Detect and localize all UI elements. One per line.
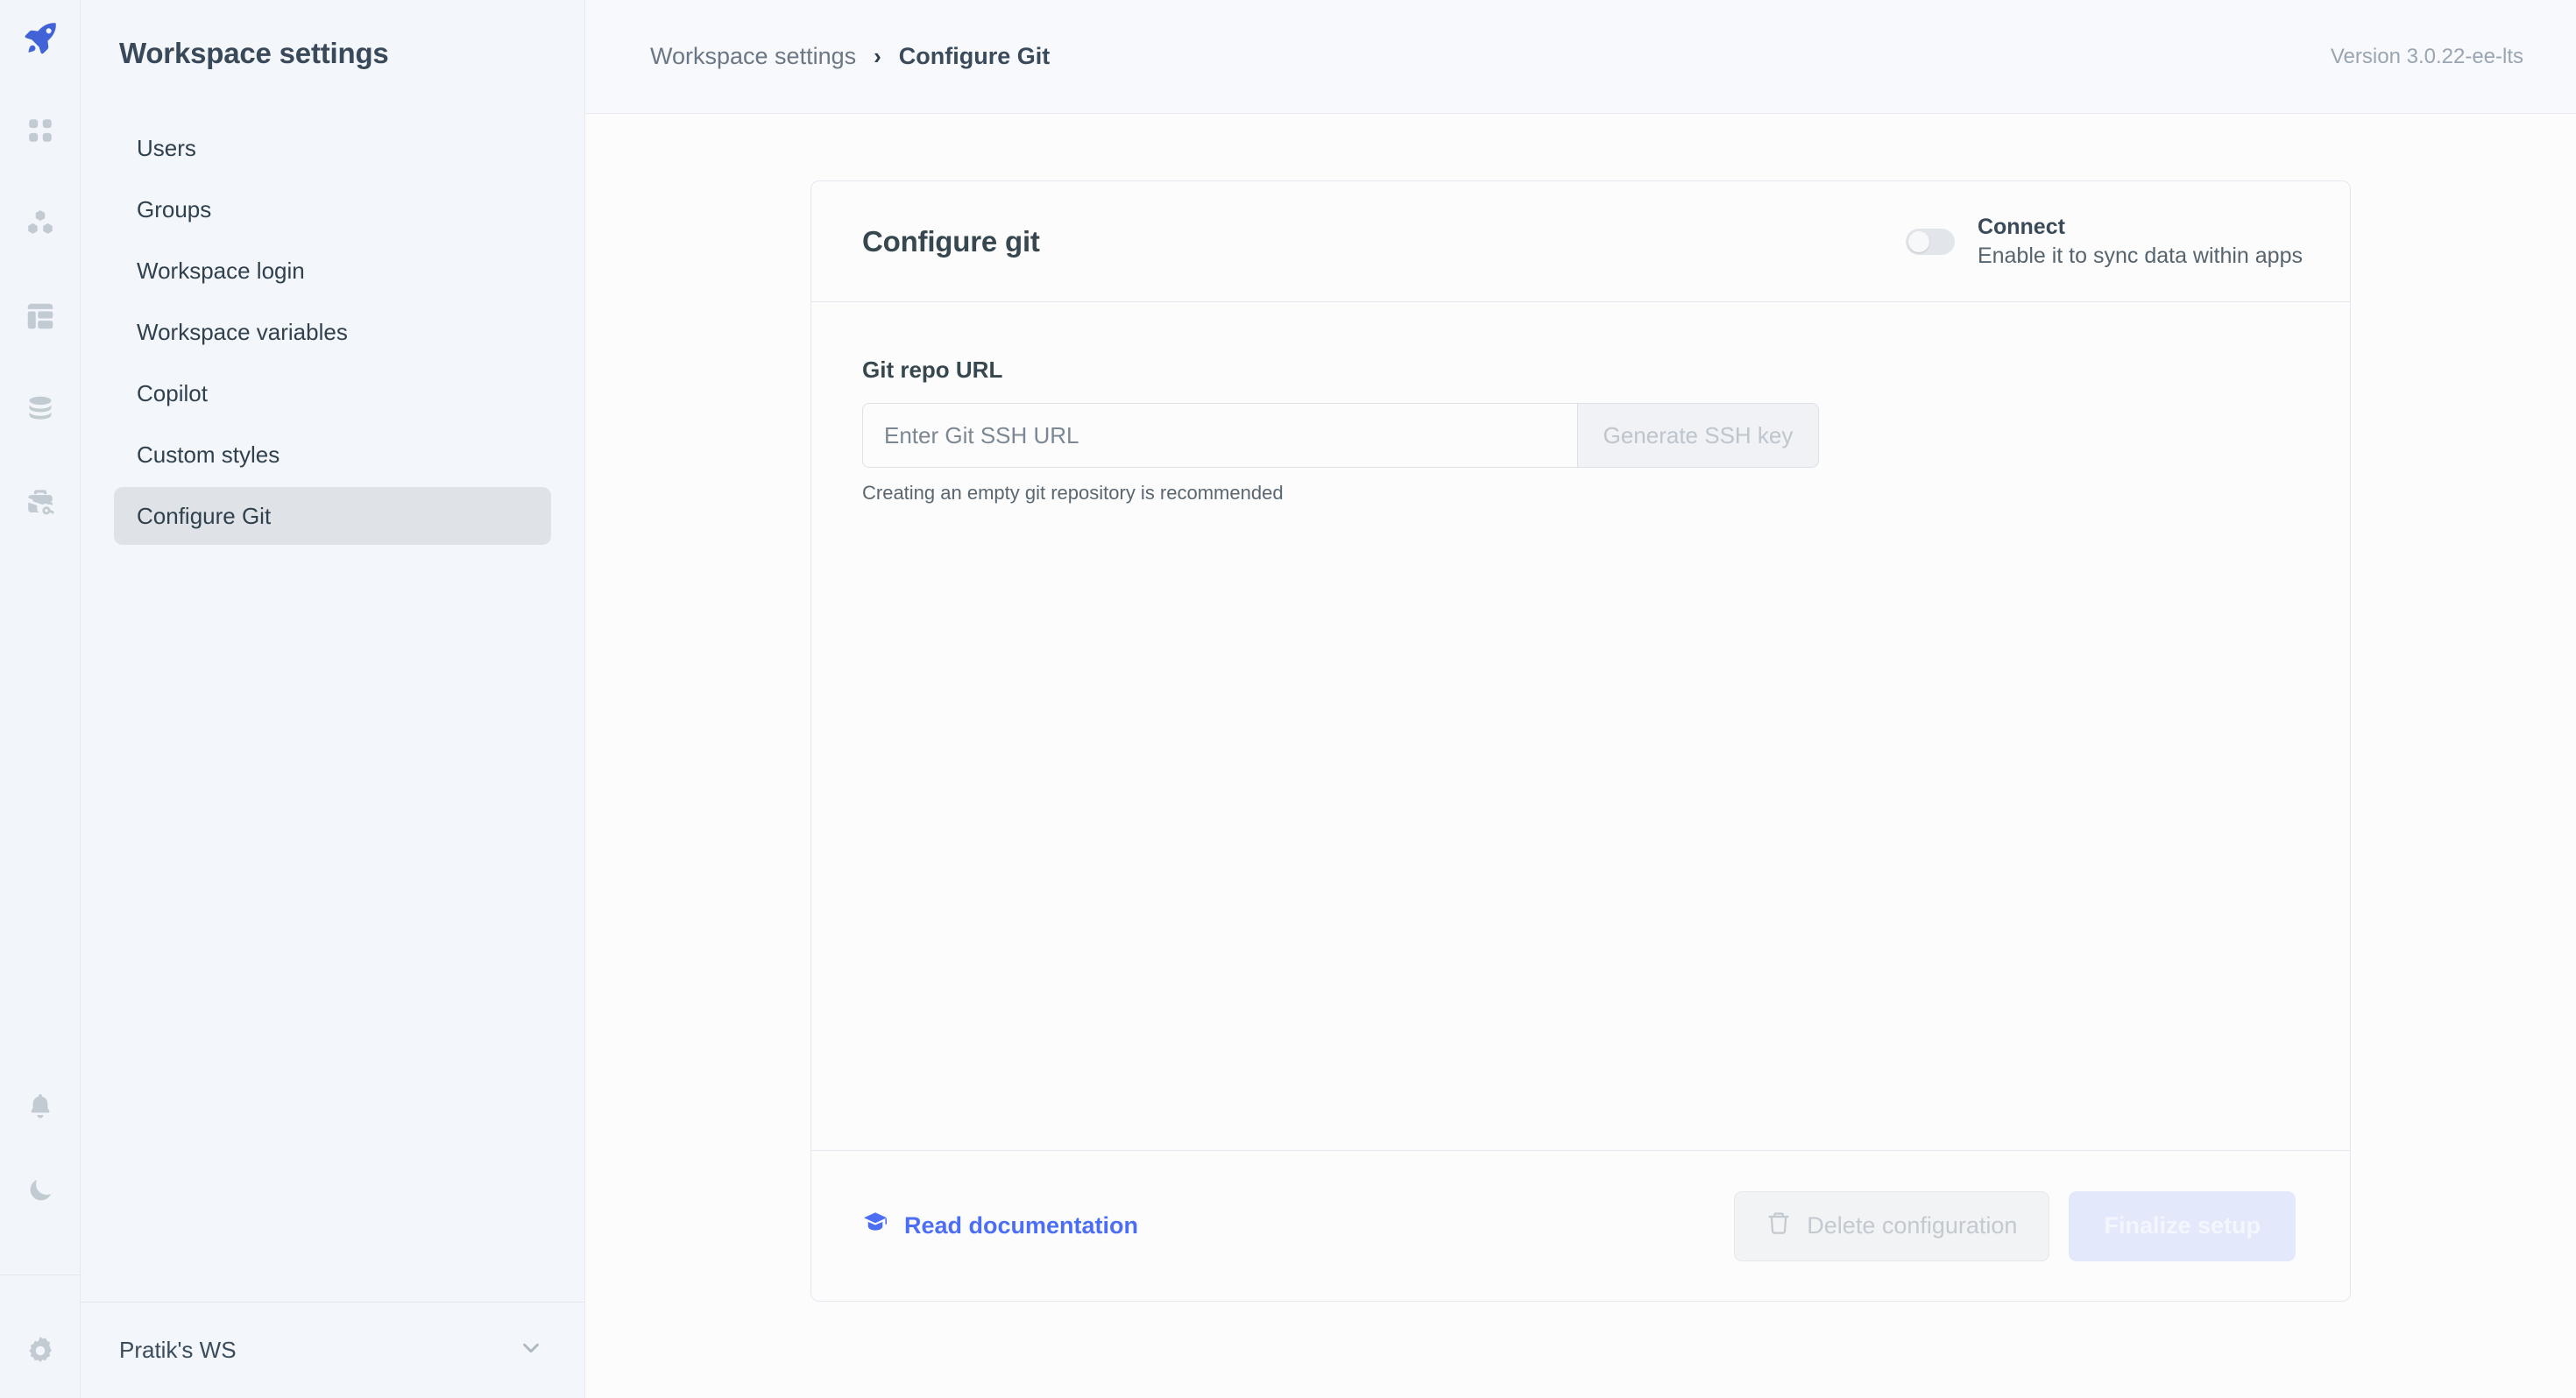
read-documentation-label: Read documentation [904,1212,1139,1239]
connect-control: Connect Enable it to sync data within ap… [1905,215,2303,269]
breadcrumb: Workspace settings › Configure Git [650,43,1050,70]
app-root: Workspace settings Users Groups Workspac… [0,0,2576,1398]
settings-nav: Users Groups Workspace login Workspace v… [81,119,584,545]
toggle-knob [1907,230,1929,252]
configure-git-card: Configure git Connect Enable it to sync … [810,180,2351,1302]
sidebar-item-groups[interactable]: Groups [114,180,551,238]
read-documentation-link[interactable]: Read documentation [862,1210,1138,1242]
sidebar-item-users[interactable]: Users [114,119,551,177]
gear-icon[interactable] [16,1326,65,1375]
trash-icon [1766,1211,1791,1241]
sidebar-title: Workspace settings [119,37,389,69]
connect-description: Enable it to sync data within apps [1977,243,2303,268]
connect-toggle[interactable] [1905,228,1955,255]
card-title: Configure git [862,224,1040,258]
workspace-switcher[interactable]: Pratik's WS [81,1302,584,1398]
delete-configuration-label: Delete configuration [1807,1212,2018,1239]
connect-text: Connect Enable it to sync data within ap… [1978,215,2303,269]
moon-icon[interactable] [16,1166,65,1215]
graduation-cap-icon [862,1210,888,1242]
git-repo-hint: Creating an empty git repository is reco… [862,482,1284,504]
sidebar-item-label: Workspace variables [137,318,348,345]
sidebar-item-custom-styles[interactable]: Custom styles [114,426,551,484]
rail-bottom-icons [0,1082,81,1398]
card-body: Git repo URL Generate SSH key Creating a… [811,302,2350,1150]
breadcrumb-current: Configure Git [898,43,1051,69]
grid-apps-icon[interactable] [16,106,65,155]
sidebar-item-workspace-variables[interactable]: Workspace variables [114,303,551,361]
sidebar-item-workspace-login[interactable]: Workspace login [114,242,551,300]
sidebar-item-label: Custom styles [137,441,280,468]
finalize-setup-button[interactable]: Finalize setup [2069,1190,2296,1261]
workspace-name: Pratik's WS [119,1337,237,1363]
table-layout-icon[interactable] [16,292,65,341]
sidebar-item-copilot[interactable]: Copilot [114,364,551,422]
sidebar-item-label: Workspace login [137,257,305,284]
chevron-right-icon: › [874,43,881,69]
git-repo-url-label: Git repo URL [862,357,1003,383]
git-url-input-group: Generate SSH key [862,403,1819,468]
database-stack-icon[interactable] [16,385,65,434]
card-footer: Read documentation Delete configuration … [811,1150,2350,1301]
topbar: Workspace settings › Configure Git Versi… [585,0,2576,114]
hexagon-cluster-icon[interactable] [16,199,65,248]
icon-rail [0,0,81,1398]
connect-label: Connect [1977,214,2065,239]
settings-sidebar: Workspace settings Users Groups Workspac… [81,0,585,1398]
chevron-down-icon [518,1335,544,1366]
card-header: Configure git Connect Enable it to sync … [811,181,2350,302]
delete-configuration-button[interactable]: Delete configuration [1734,1190,2050,1261]
sidebar-item-label: Groups [137,195,212,222]
briefcase-key-icon[interactable] [16,477,65,526]
version-label: Version 3.0.22-ee-lts [2330,44,2523,68]
rocket-icon[interactable] [19,18,61,64]
main-area: Workspace settings › Configure Git Versi… [585,0,2576,1398]
rail-icon-list [16,106,65,526]
breadcrumb-root[interactable]: Workspace settings [650,43,856,70]
bell-icon[interactable] [16,1082,65,1131]
sidebar-item-configure-git[interactable]: Configure Git [114,487,551,545]
git-ssh-url-input[interactable] [862,403,1577,468]
sidebar-item-label: Users [137,134,196,161]
sidebar-item-label: Configure Git [137,502,272,529]
rail-divider [0,1274,81,1275]
sidebar-item-label: Copilot [137,379,208,406]
content-region: Configure git Connect Enable it to sync … [585,114,2576,1398]
generate-ssh-key-button[interactable]: Generate SSH key [1577,403,1819,468]
footer-buttons: Delete configuration Finalize setup [1734,1190,2296,1261]
